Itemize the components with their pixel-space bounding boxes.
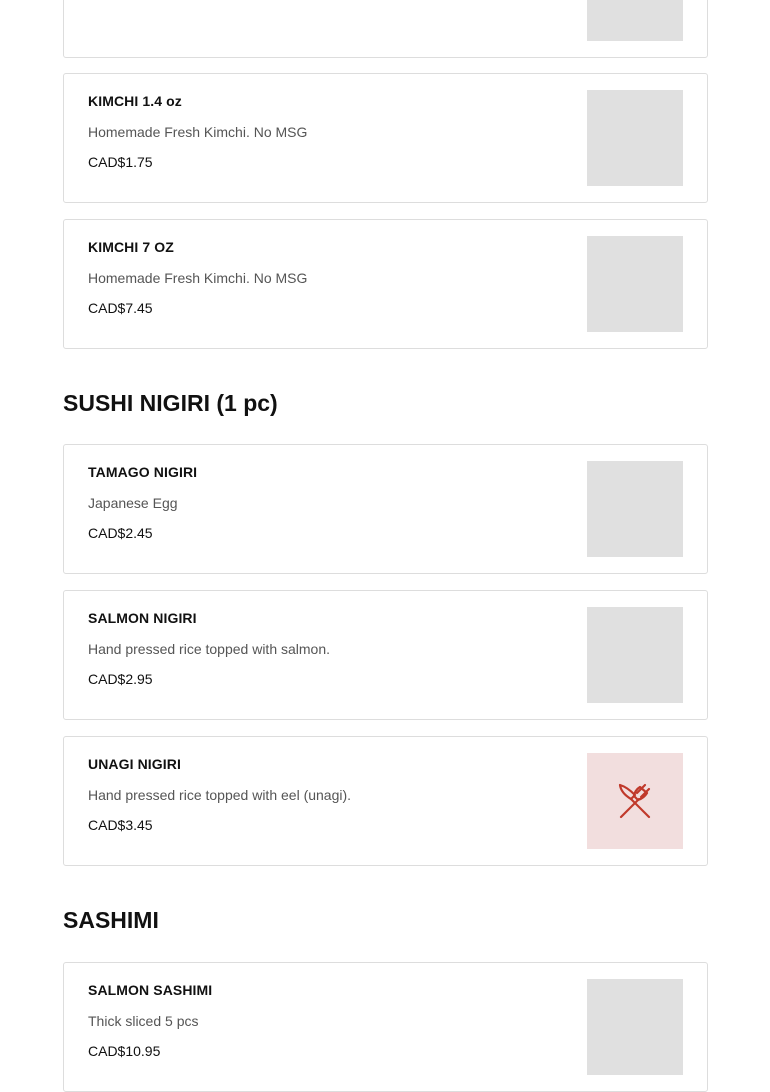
menu-item-card[interactable]: SALMON NIGIRI Hand pressed rice topped w… (63, 590, 708, 720)
menu-item-description: Hand pressed rice topped with eel (unagi… (88, 787, 352, 803)
menu-item-image-placeholder (587, 753, 683, 849)
menu-item-name: KIMCHI 1.4 oz (88, 93, 182, 109)
menu-item-name: SALMON SASHIMI (88, 982, 213, 998)
menu-item-image (587, 607, 683, 703)
menu-item-name: SALMON NIGIRI (88, 610, 197, 626)
menu-item-description: Japanese Egg (88, 495, 178, 511)
menu-item-card[interactable]: UNAGI NIGIRI Hand pressed rice topped wi… (63, 736, 708, 866)
section-title: SASHIMI (63, 907, 159, 933)
menu-item-card[interactable]: KIMCHI 7 OZ Homemade Fresh Kimchi. No MS… (63, 219, 708, 349)
menu-item-description: Homemade Fresh Kimchi. No MSG (88, 270, 308, 286)
utensils-icon (618, 783, 651, 819)
menu-item-name: UNAGI NIGIRI (88, 756, 181, 772)
menu-item-price: CAD$7.45 (88, 300, 153, 316)
menu-item-price: CAD$3.45 (88, 817, 153, 833)
menu-item-card[interactable]: KIMCHI 1.4 oz Homemade Fresh Kimchi. No … (63, 73, 708, 203)
menu-item-name: KIMCHI 7 OZ (88, 239, 174, 255)
menu-item-image (587, 461, 683, 557)
menu-item-image (587, 979, 683, 1075)
menu-item-card[interactable]: SALMON SASHIMI Thick sliced 5 pcs CAD$10… (63, 962, 708, 1092)
menu-item-description: Thick sliced 5 pcs (88, 1013, 199, 1029)
menu-item-price: CAD$1.75 (88, 154, 153, 170)
menu-item-price: CAD$10.95 (88, 1043, 161, 1059)
menu-item-price: CAD$2.45 (88, 525, 153, 541)
menu-item-description: Homemade Fresh Kimchi. No MSG (88, 124, 308, 140)
menu-item-image (587, 90, 683, 186)
menu-item-card[interactable]: TAMAGO NIGIRI Japanese Egg CAD$2.45 (63, 444, 708, 574)
section-title: SUSHI NIGIRI (1 pc) (63, 390, 278, 416)
menu-item-name: TAMAGO NIGIRI (88, 464, 198, 480)
menu-item-price: CAD$2.95 (88, 671, 153, 687)
menu-item-card[interactable] (63, 0, 708, 58)
menu-item-image (587, 236, 683, 332)
menu-item-description: Hand pressed rice topped with salmon. (88, 641, 331, 657)
menu-item-image (587, 0, 683, 41)
